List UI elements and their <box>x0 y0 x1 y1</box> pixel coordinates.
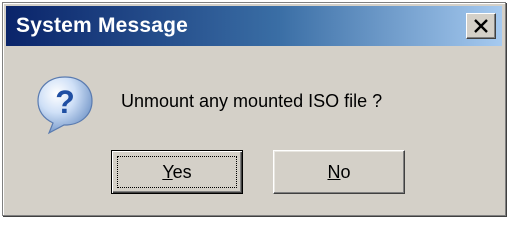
yes-label-rest: es <box>172 162 192 182</box>
yes-mnemonic: Y <box>162 162 173 182</box>
no-button-label: No <box>327 162 350 182</box>
svg-text:?: ? <box>55 84 75 120</box>
no-label-rest: o <box>340 162 351 182</box>
no-mnemonic: N <box>327 162 341 182</box>
title-bar[interactable]: System Message <box>6 6 502 46</box>
dialog-message: Unmount any mounted ISO file ? <box>121 91 383 111</box>
system-message-dialog: System Message ? Unmount any mounted ISO… <box>2 2 506 216</box>
close-icon <box>474 19 488 33</box>
close-button[interactable] <box>466 13 496 39</box>
yes-button-label: Yes <box>162 162 191 182</box>
no-button[interactable]: No <box>273 150 405 194</box>
yes-button[interactable]: Yes <box>111 150 243 194</box>
question-icon: ? <box>37 76 93 135</box>
window-title: System Message <box>16 14 189 37</box>
